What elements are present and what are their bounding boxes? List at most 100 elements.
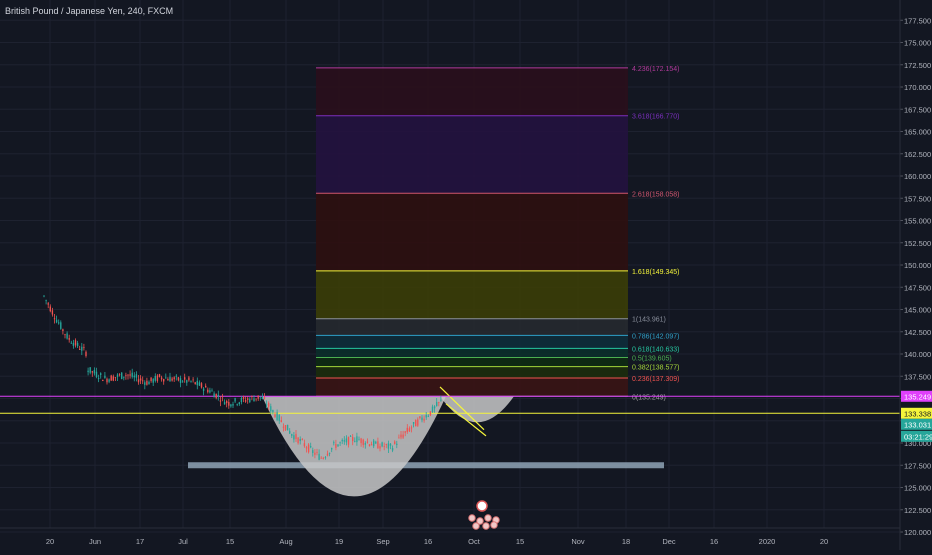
candle <box>139 378 142 381</box>
candle <box>108 379 110 382</box>
candle <box>131 372 133 377</box>
fib-zone <box>316 357 628 367</box>
candle <box>326 453 329 456</box>
fib-level-label: 0.618(140.633) <box>632 346 679 353</box>
candle <box>129 374 131 376</box>
fib-zone <box>316 67 628 116</box>
candle <box>368 444 371 446</box>
candle <box>251 396 253 398</box>
candle <box>343 440 345 442</box>
candle <box>207 389 209 393</box>
candle <box>49 306 51 312</box>
fib-level-label: 0.236(137.309) <box>632 376 679 383</box>
candle <box>381 442 383 447</box>
candle <box>385 444 387 445</box>
x-tick-label: 2020 <box>759 537 776 546</box>
candle <box>387 443 390 449</box>
candle <box>370 444 373 446</box>
candle <box>190 380 192 382</box>
candle <box>261 396 264 399</box>
fib-level-label: 4.236(172.154) <box>632 66 679 73</box>
candle <box>270 406 272 412</box>
fib-zone <box>316 318 628 336</box>
fib-zone <box>316 115 628 194</box>
fib-level-label: 1(143.961) <box>632 317 666 324</box>
support-zone <box>188 462 664 469</box>
x-tick-label: Oct <box>468 537 481 546</box>
candle <box>419 416 421 419</box>
candle <box>310 446 312 448</box>
candle <box>322 457 324 459</box>
y-tick-label: 152.500 <box>904 239 931 248</box>
candle <box>412 422 415 424</box>
candle <box>228 402 230 406</box>
candle <box>345 438 348 443</box>
x-tick-label: 19 <box>335 537 343 546</box>
candle <box>169 376 171 382</box>
candle <box>362 439 364 445</box>
candle <box>341 439 343 442</box>
candle <box>93 370 96 374</box>
y-tick-label: 150.000 <box>904 261 931 270</box>
fib-zone <box>316 193 628 271</box>
candle <box>410 427 413 429</box>
y-tick-label: 122.500 <box>904 506 931 515</box>
event-marker-icon <box>484 514 492 522</box>
candle <box>335 443 337 448</box>
candle <box>223 402 226 405</box>
x-tick-label: 16 <box>710 537 718 546</box>
y-tick-label: 175.000 <box>904 39 931 48</box>
x-tick-label: Dec <box>662 537 676 546</box>
event-markers <box>468 500 500 530</box>
candle <box>43 295 45 297</box>
chart-area[interactable]: British Pound / Japanese Yen, 240, FXCM … <box>0 0 932 550</box>
candle <box>276 412 278 421</box>
fib-level-label: 0.5(139.605) <box>632 356 672 363</box>
candle <box>377 441 379 449</box>
candlestick-chart[interactable]: 4.236(172.154) 3.618(166.770) 2.618(158.05… <box>0 0 932 550</box>
candle <box>257 395 259 399</box>
candle <box>429 411 432 416</box>
candle <box>406 427 408 432</box>
candle <box>307 444 310 453</box>
candle <box>125 375 127 376</box>
candle <box>158 374 161 377</box>
candle <box>421 417 423 421</box>
candle <box>118 374 121 376</box>
candle <box>66 333 68 339</box>
x-tick-label: 17 <box>136 537 144 546</box>
y-tick-label: 162.500 <box>904 150 931 159</box>
candle <box>74 340 77 346</box>
price-badge-label: 133.338 <box>904 409 931 418</box>
candle <box>64 334 66 336</box>
candle <box>433 406 436 409</box>
y-tick-label: 177.500 <box>904 16 931 25</box>
candle <box>240 398 243 403</box>
candle <box>284 425 287 431</box>
candle <box>167 379 169 381</box>
y-tick-label: 157.500 <box>904 194 931 203</box>
candle <box>81 346 83 351</box>
candle <box>152 378 154 383</box>
candle <box>51 310 54 315</box>
candle <box>440 399 442 401</box>
candle <box>389 443 392 446</box>
y-tick-label: 172.500 <box>904 61 931 70</box>
candle <box>102 379 104 381</box>
fib-zone <box>316 377 628 397</box>
price-badge-label: 133.031 <box>904 420 931 429</box>
candle <box>301 439 303 440</box>
fib-zone <box>316 270 628 319</box>
y-tick-label: 125.000 <box>904 484 931 493</box>
candle <box>219 400 222 402</box>
candle <box>425 415 427 418</box>
candle <box>150 377 152 381</box>
candle <box>297 437 299 444</box>
candle <box>331 447 333 450</box>
candle <box>398 437 400 439</box>
candle <box>272 410 274 413</box>
candle <box>438 402 440 403</box>
candle <box>404 431 406 433</box>
candle <box>175 375 177 377</box>
candle <box>263 397 266 399</box>
